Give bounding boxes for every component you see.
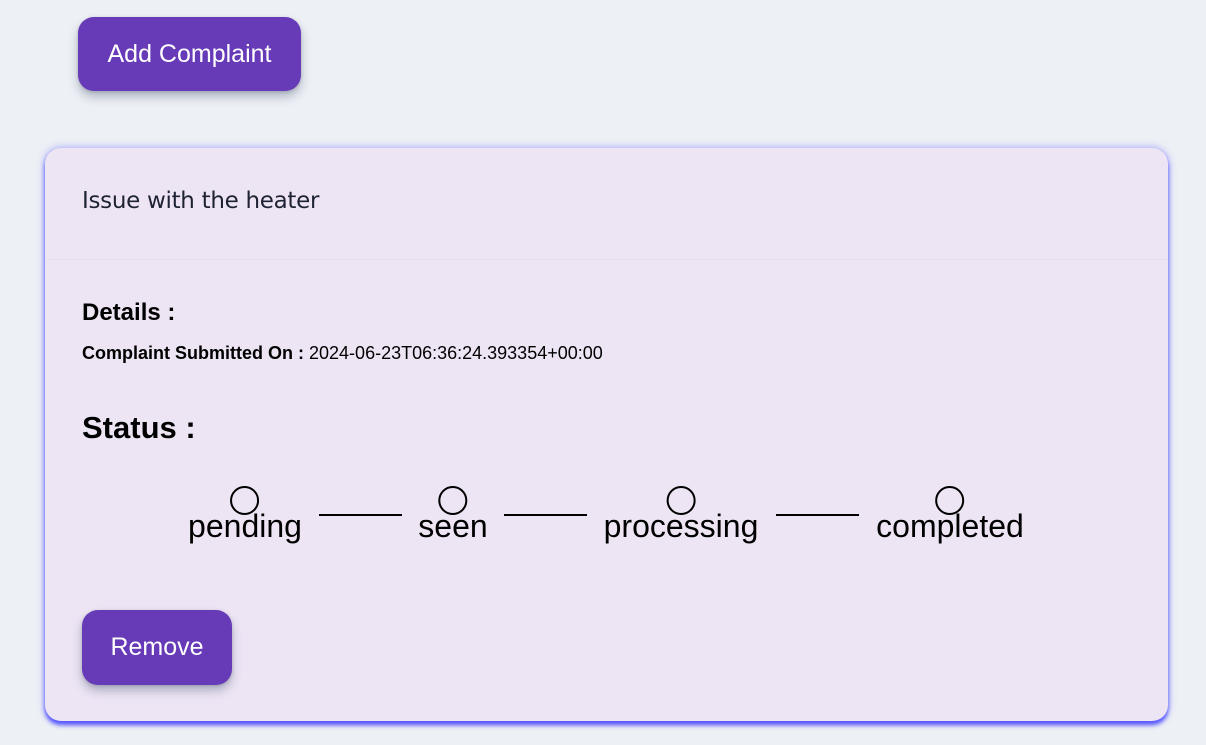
status-step-pending: pending bbox=[188, 486, 302, 544]
status-connector bbox=[319, 514, 402, 516]
remove-button[interactable]: Remove bbox=[82, 610, 232, 685]
complaint-title: Issue with the heater bbox=[82, 188, 320, 214]
status-step-seen: seen bbox=[418, 486, 488, 544]
add-complaint-button[interactable]: Add Complaint bbox=[78, 17, 301, 91]
status-heading: Status : bbox=[82, 410, 196, 445]
status-step-processing: processing bbox=[603, 486, 759, 544]
submitted-on-label: Complaint Submitted On : bbox=[82, 343, 304, 363]
details-heading: Details : bbox=[82, 299, 176, 326]
submitted-on-line: Complaint Submitted On : 2024-06-23T06:3… bbox=[82, 343, 603, 364]
card-divider bbox=[45, 259, 1168, 260]
status-connector bbox=[504, 514, 587, 516]
status-step-completed: completed bbox=[876, 486, 1024, 544]
submitted-on-value: 2024-06-23T06:36:24.393354+00:00 bbox=[309, 343, 603, 363]
status-step-label: seen bbox=[418, 508, 488, 544]
status-step-label: completed bbox=[876, 508, 1024, 544]
status-connector bbox=[776, 514, 859, 516]
status-step-label: pending bbox=[188, 508, 302, 544]
complaint-card: Issue with the heater Details : Complain… bbox=[45, 148, 1168, 721]
status-step-label: processing bbox=[603, 508, 759, 544]
